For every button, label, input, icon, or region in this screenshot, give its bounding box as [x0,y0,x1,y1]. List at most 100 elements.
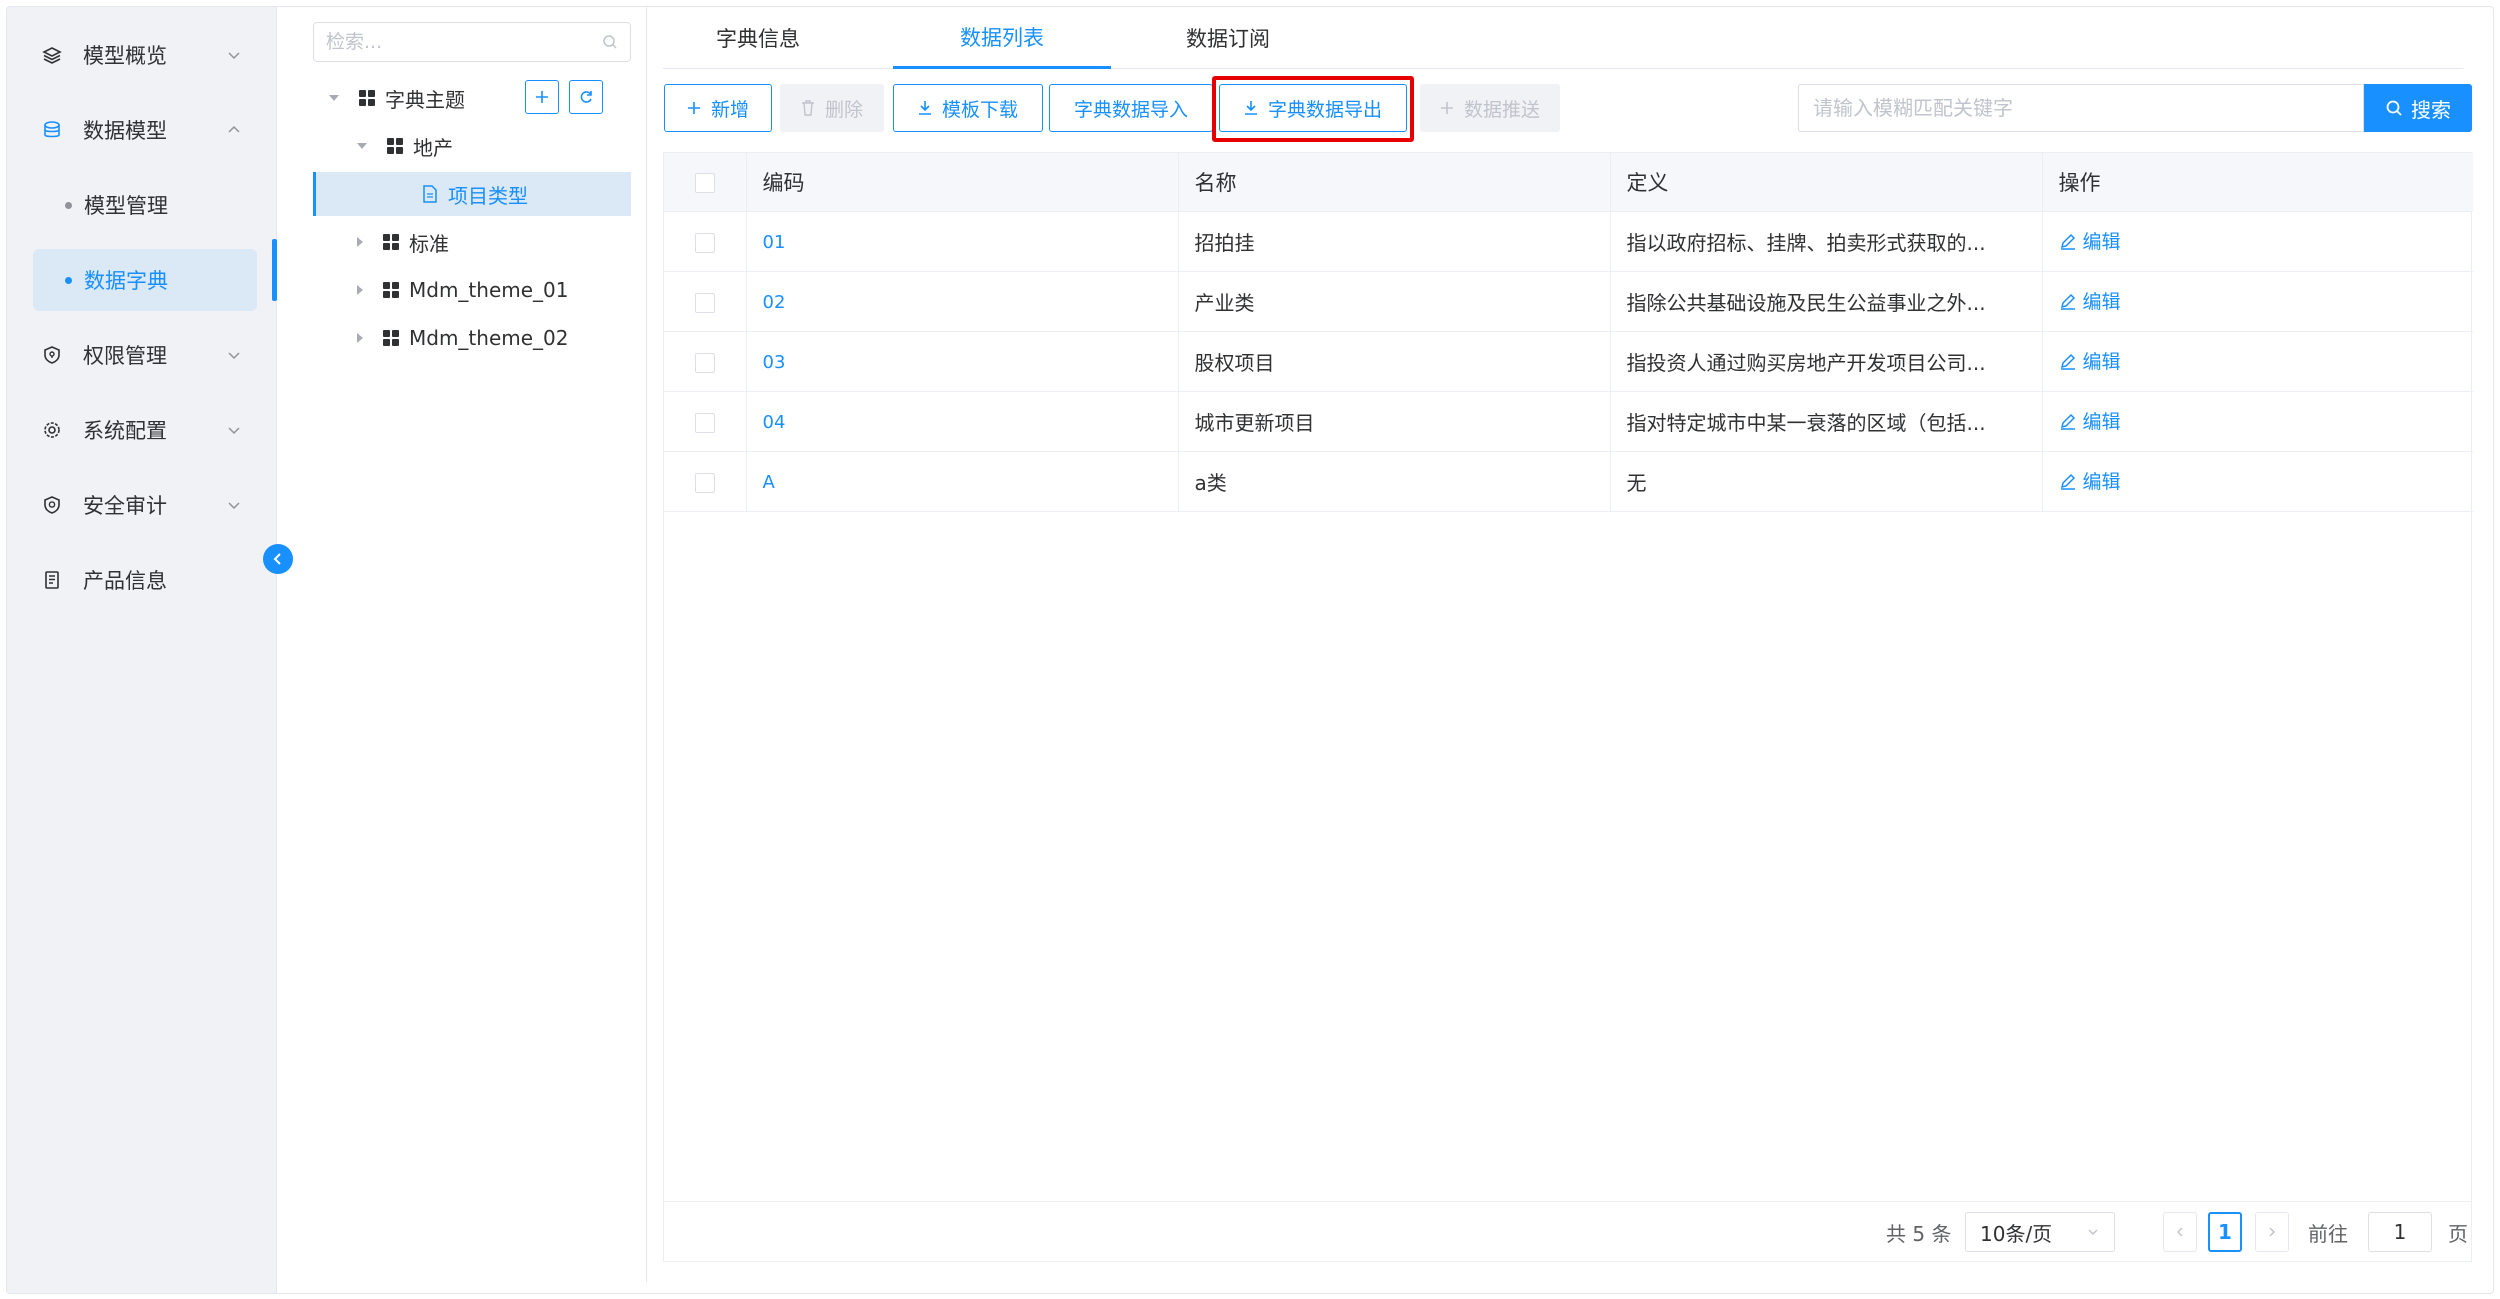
next-page-button[interactable] [2255,1212,2289,1252]
row-definition: 指对特定城市中某一衰落的区域（包括... [1610,391,2043,452]
tree-node-mdm-theme-02[interactable]: Mdm_theme_02 [357,316,569,360]
tree-node-project-type[interactable]: 项目类型 [313,172,631,216]
edit-button-label: 编辑 [2082,231,2121,254]
tree-panel: 字典主题 地产 项目类型 标准 Mdm_theme_01 [277,7,647,1282]
pagination: 共 5 条 10条/页 1 前往 页 [664,1201,2471,1261]
edit-button[interactable]: 编辑 [2059,227,2121,254]
row-code-link[interactable]: 02 [763,292,786,313]
page-number-current[interactable]: 1 [2208,1212,2242,1252]
sidebar-item-label: 安全审计 [83,494,167,518]
dictionary-export-button[interactable]: 字典数据导出 [1219,84,1407,132]
tree-search-input[interactable] [326,31,602,53]
search-icon [603,35,617,49]
main-content: 字典信息 数据列表 数据订阅 新增 删除 模板下载 字典数据导入 字典数据导出 … [647,7,2493,1293]
tree-node-standard[interactable]: 标准 [357,220,449,264]
expand-caret-icon[interactable] [357,333,363,343]
layers-icon [41,44,63,66]
sidebar-item-label: 产品信息 [83,569,167,593]
select-all-checkbox[interactable] [694,172,715,193]
trash-icon [801,100,814,116]
edit-icon [2060,233,2075,250]
tree-node-label: 标准 [409,231,449,256]
tree-node-label: Mdm_theme_02 [409,326,569,350]
grid-icon [383,234,399,250]
row-checkbox[interactable] [694,292,715,313]
row-checkbox[interactable] [694,352,715,373]
bullet-dot [65,201,72,209]
dictionary-import-button[interactable]: 字典数据导入 [1049,84,1213,132]
tree-node-label: 项目类型 [448,183,528,208]
edit-button[interactable]: 编辑 [2059,467,2121,494]
search-button[interactable]: 搜索 [2364,84,2472,132]
sidebar-collapse-button[interactable] [263,544,293,574]
tree-node-dictionary-theme[interactable]: 字典主题 [329,76,465,120]
table-header-row: 编码 名称 定义 操作 [664,153,2473,212]
sidebar-subitem-data-dictionary[interactable]: 数据字典 [33,249,257,311]
sidebar-item-permission[interactable]: 权限管理 [33,324,257,386]
sidebar-item-product-info[interactable]: 产品信息 [33,549,257,611]
add-button-label: 新增 [710,98,749,121]
edit-button[interactable]: 编辑 [2059,347,2121,374]
dictionary-export-label: 字典数据导出 [1267,98,1382,121]
row-definition: 指投资人通过购买房地产开发项目公司... [1610,331,2043,392]
row-code-link[interactable]: 01 [763,232,786,253]
plus-icon [687,102,700,114]
edit-button[interactable]: 编辑 [2059,407,2121,434]
expand-caret-icon[interactable] [357,237,363,247]
expand-caret-icon[interactable] [357,285,363,295]
template-download-button[interactable]: 模板下载 [893,84,1043,132]
expand-caret-icon[interactable] [329,95,339,101]
tree-node-label: Mdm_theme_01 [409,278,569,302]
chevron-left-icon [273,553,281,565]
keyword-search-input[interactable] [1813,96,2349,120]
app-frame: 模型概览 数据模型 模型管理 数据字典 权限管理 系统配置 安全审计 产品信息 … [6,6,2494,1294]
add-button[interactable]: 新增 [664,84,772,132]
dictionary-import-label: 字典数据导入 [1073,98,1188,121]
tab-data-subscription[interactable]: 数据订阅 [1153,7,1303,69]
tree-search-field[interactable] [313,22,631,62]
search-button-label: 搜索 [2411,97,2451,122]
data-table: 编码 名称 定义 操作 01 招拍挂 指以政府招标、挂牌、拍卖形式获取的... … [663,152,2473,1262]
edit-button-label: 编辑 [2082,471,2121,494]
data-push-button[interactable]: 数据推送 [1420,84,1560,132]
prev-page-button[interactable] [2163,1212,2197,1252]
edit-icon [2060,293,2075,310]
keyword-search-field[interactable] [1798,84,2364,132]
grid-icon [383,330,399,346]
row-checkbox[interactable] [694,472,715,493]
edit-button[interactable]: 编辑 [2059,287,2121,314]
expand-caret-icon[interactable] [357,143,367,149]
sidebar-item-system-config[interactable]: 系统配置 [33,399,257,461]
tree-node-real-estate[interactable]: 地产 [357,124,453,168]
table-row: 04 城市更新项目 指对特定城市中某一衰落的区域（包括... 编辑 [664,391,2473,452]
row-code-link[interactable]: 03 [763,352,786,373]
row-checkbox[interactable] [694,412,715,433]
tree-add-button[interactable] [525,80,559,114]
plus-icon [1440,102,1453,114]
goto-label: 前往 [2308,1221,2348,1246]
sidebar-subitem-model-management[interactable]: 模型管理 [33,174,257,236]
document-icon [41,569,63,591]
row-code-link[interactable]: A [763,472,775,493]
sidebar-subitem-label: 数据字典 [84,269,168,293]
chevron-right-icon [2269,1227,2276,1237]
row-name: a类 [1178,451,1611,512]
tree-node-mdm-theme-01[interactable]: Mdm_theme_01 [357,268,569,312]
row-definition: 指除公共基础设施及民生公益事业之外... [1610,271,2043,332]
row-checkbox[interactable] [694,232,715,253]
sidebar-item-data-model[interactable]: 数据模型 [33,99,257,161]
goto-page-field[interactable] [2368,1212,2432,1252]
sidebar: 模型概览 数据模型 模型管理 数据字典 权限管理 系统配置 安全审计 产品信息 [7,7,277,1293]
delete-button[interactable]: 删除 [780,84,884,132]
sidebar-item-security-audit[interactable]: 安全审计 [33,474,257,536]
page-size-select[interactable]: 10条/页 [1965,1212,2115,1252]
row-code-link[interactable]: 04 [763,412,786,433]
tab-data-list[interactable]: 数据列表 [893,7,1111,69]
sidebar-item-model-overview[interactable]: 模型概览 [33,24,257,86]
tree-refresh-button[interactable] [569,80,603,114]
sidebar-item-label: 数据模型 [83,119,167,143]
tab-dictionary-info[interactable]: 字典信息 [683,7,833,69]
goto-page-input[interactable] [2369,1220,2431,1244]
bullet-dot [65,276,72,284]
grid-icon [359,90,375,106]
